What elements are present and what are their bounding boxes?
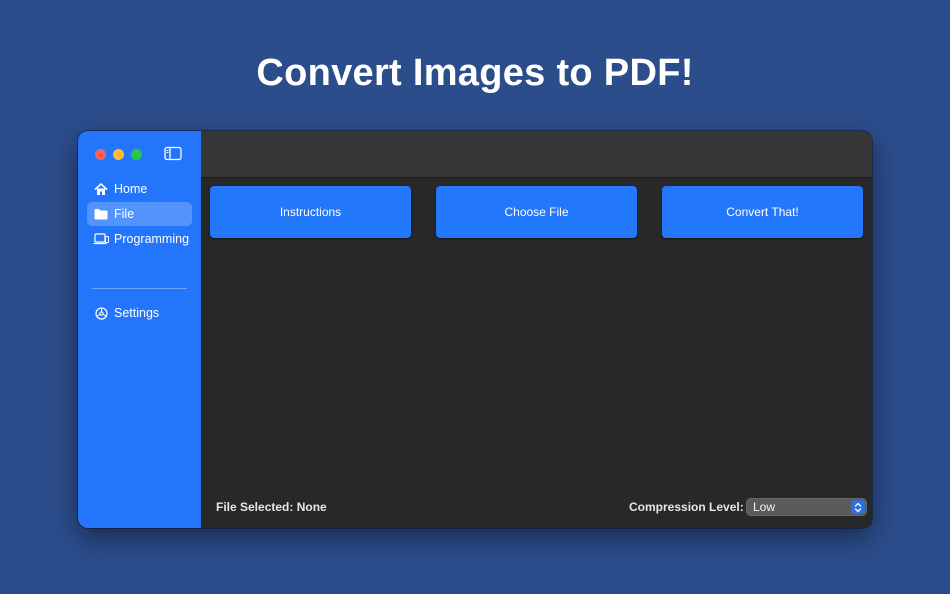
sidebar-item-label: Programming [114, 232, 190, 246]
sidebar-item-home[interactable]: Home [87, 177, 192, 201]
app-window: Home File Programming Settings Instructi… [78, 131, 872, 528]
sidebar-item-label: Home [114, 182, 148, 196]
laptop-icon [93, 232, 109, 246]
toolbar [201, 131, 872, 178]
sidebar-item-label: File [114, 207, 135, 221]
sidebar-item-label: Settings [114, 306, 160, 320]
compression-level-select[interactable]: Low [746, 498, 867, 516]
page-headline: Convert Images to PDF! [256, 52, 694, 94]
close-window-button[interactable] [95, 149, 106, 160]
sidebar-item-programming[interactable]: Programming [87, 227, 192, 251]
sidebar-divider [92, 288, 187, 289]
house-icon [93, 182, 109, 196]
zoom-window-button[interactable] [131, 149, 142, 160]
folder-icon [93, 207, 109, 221]
instructions-button[interactable]: Instructions [210, 186, 411, 238]
main-content: Instructions Choose File Convert That! F… [201, 131, 872, 528]
file-selected-status: File Selected: None [216, 500, 327, 514]
compression-level-value: Low [753, 500, 776, 514]
gear-icon [93, 306, 109, 320]
sidebar-item-settings[interactable]: Settings [87, 301, 192, 325]
compression-level-label: Compression Level: [629, 500, 744, 514]
minimize-window-button[interactable] [113, 149, 124, 160]
sidebar-item-file[interactable]: File [87, 202, 192, 226]
sidebar: Home File Programming Settings [78, 131, 201, 528]
choose-file-button[interactable]: Choose File [436, 186, 637, 238]
convert-button[interactable]: Convert That! [662, 186, 863, 238]
sidebar-toggle-icon[interactable] [164, 146, 182, 161]
chevron-up-down-icon [851, 500, 865, 514]
